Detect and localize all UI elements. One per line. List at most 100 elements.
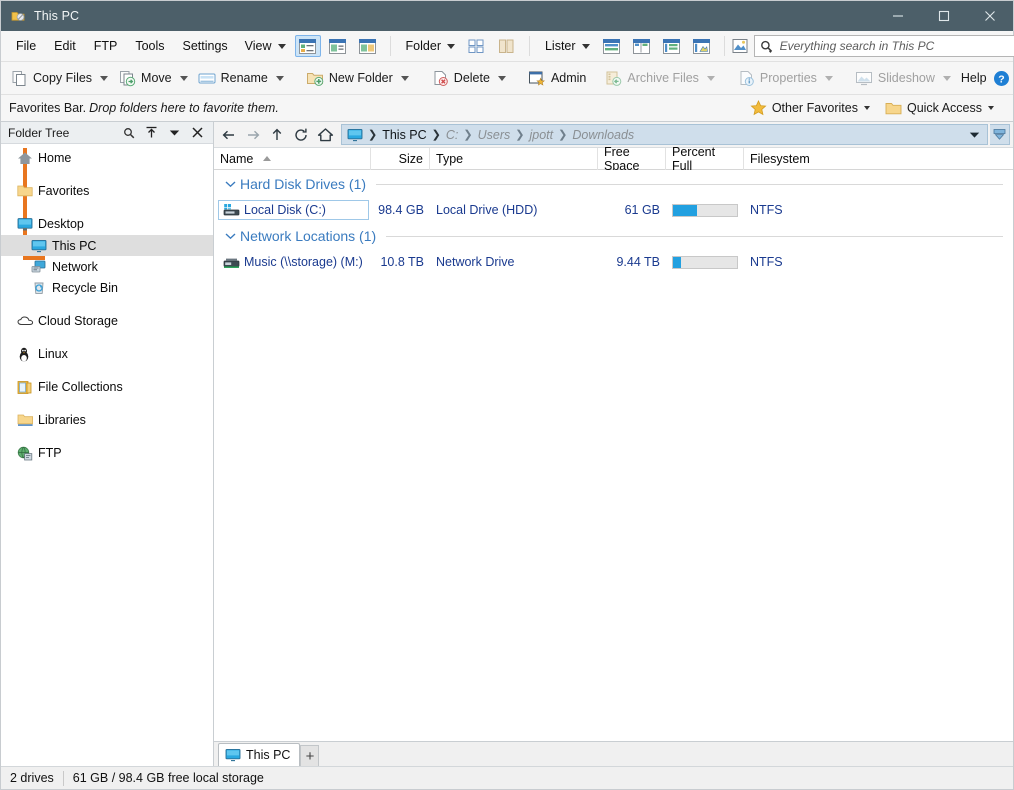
sort-ascending-icon xyxy=(263,156,272,161)
sidebar-item-home-label: Home xyxy=(38,151,72,165)
other-favorites-chevron-down-icon[interactable] xyxy=(863,106,870,110)
minimize-button[interactable] xyxy=(875,1,921,31)
breadcrumb-separator: ❯ xyxy=(515,129,525,141)
view-mode-tiles-button[interactable] xyxy=(355,35,381,57)
new-tab-button[interactable]: + xyxy=(300,745,320,766)
menu-edit[interactable]: Edit xyxy=(45,35,85,57)
rename-button[interactable]: Rename xyxy=(195,66,291,91)
breadcrumb-this-pc[interactable]: This PC xyxy=(378,128,430,142)
sidebar-item-cloud-storage[interactable]: Cloud Storage xyxy=(1,310,213,332)
sidebar-collapse-up-icon[interactable] xyxy=(141,124,162,142)
breadcrumb-chevron-down-icon[interactable] xyxy=(962,131,987,139)
lister-mode-preview-button[interactable] xyxy=(689,35,715,57)
menu-tools[interactable]: Tools xyxy=(126,35,173,57)
sidebar-chevron-down-icon[interactable] xyxy=(164,124,185,142)
view-chevron-down-icon[interactable] xyxy=(277,43,286,49)
sidebar-item-network[interactable]: Network xyxy=(1,256,213,277)
back-button[interactable] xyxy=(217,124,241,146)
status-drives-label: 2 drives xyxy=(10,771,54,785)
lister-mode-horizontal-button[interactable] xyxy=(599,35,625,57)
new-folder-button[interactable]: New Folder xyxy=(303,66,416,91)
breadcrumb-downloads[interactable]: Downloads xyxy=(568,128,638,142)
folder-menu-label[interactable]: Folder xyxy=(398,39,445,53)
view-menu-label[interactable]: View xyxy=(237,39,276,53)
sidebar-item-desktop[interactable]: Desktop xyxy=(1,213,213,235)
menu-settings[interactable]: Settings xyxy=(174,35,237,57)
admin-button[interactable]: Admin xyxy=(525,66,589,91)
other-favorites-button[interactable]: Other Favorites xyxy=(746,100,881,116)
column-name[interactable]: Name xyxy=(214,147,371,170)
column-free-space[interactable]: Free Space xyxy=(598,145,666,173)
menu-file[interactable]: File xyxy=(7,35,45,57)
archive-files-button[interactable]: Archive Files xyxy=(601,66,722,91)
slideshow-chevron-down-icon[interactable] xyxy=(942,75,951,81)
star-icon xyxy=(750,100,767,116)
column-type[interactable]: Type xyxy=(430,147,598,170)
quick-access-button[interactable]: Quick Access xyxy=(881,101,1005,116)
percent-full-bar xyxy=(672,255,738,269)
breadcrumb-c-drive[interactable]: C: xyxy=(442,128,463,142)
copy-files-button[interactable]: Copy Files xyxy=(7,66,115,91)
view-mode-list-button[interactable] xyxy=(325,35,351,57)
lister-mode-tree-list-button[interactable] xyxy=(659,35,685,57)
properties-chevron-down-icon[interactable] xyxy=(824,75,833,81)
sidebar-item-libraries[interactable]: Libraries xyxy=(1,409,213,431)
column-size[interactable]: Size xyxy=(371,147,430,170)
breadcrumb-separator: ❯ xyxy=(368,129,378,141)
sidebar-search-icon[interactable] xyxy=(118,124,139,142)
quick-access-chevron-down-icon[interactable] xyxy=(988,106,994,110)
move-chevron-down-icon[interactable] xyxy=(179,75,188,81)
drop-down-box-icon[interactable] xyxy=(990,124,1010,145)
search-input[interactable] xyxy=(777,38,1014,54)
file-name-cell[interactable]: Music (\\storage) (M:) xyxy=(218,252,369,272)
sidebar-item-file-collections[interactable]: File Collections xyxy=(1,376,213,398)
tab-this-pc[interactable]: This PC xyxy=(218,743,301,766)
sidebar-item-favorites[interactable]: Favorites xyxy=(1,180,213,202)
sidebar-item-ftp[interactable]: FTP xyxy=(1,442,213,464)
sidebar-item-this-pc[interactable]: This PC xyxy=(1,235,213,256)
sidebar-item-recycle-bin[interactable]: Recycle Bin xyxy=(1,277,213,298)
close-button[interactable] xyxy=(967,1,1013,31)
group-hard-disk-drives[interactable]: Hard Disk Drives (1) xyxy=(214,170,1013,198)
menu-edit-label: Edit xyxy=(54,39,76,53)
menu-ftp[interactable]: FTP xyxy=(85,35,127,57)
slideshow-button[interactable]: Slideshow xyxy=(852,66,958,91)
refresh-button[interactable] xyxy=(289,124,313,146)
lister-mode-vertical-split-button[interactable] xyxy=(629,35,655,57)
new-folder-chevron-down-icon[interactable] xyxy=(400,75,409,81)
chevron-down-icon[interactable] xyxy=(222,180,238,188)
chevron-down-icon[interactable] xyxy=(222,232,238,240)
table-row[interactable]: Music (\\storage) (M:) 10.8 TB Network D… xyxy=(214,250,1013,274)
linux-penguin-icon xyxy=(17,347,36,362)
up-button[interactable] xyxy=(265,124,289,146)
maximize-button[interactable] xyxy=(921,1,967,31)
folder-mode-thumbnails-button[interactable] xyxy=(464,35,490,57)
breadcrumb[interactable]: ❯ This PC ❯ C: ❯ Users ❯ jpott ❯ Downloa… xyxy=(341,124,988,145)
sidebar-item-linux[interactable]: Linux xyxy=(1,343,213,365)
search-box[interactable] xyxy=(753,35,1014,57)
rename-chevron-down-icon[interactable] xyxy=(275,75,284,81)
folder-mode-dual-button[interactable] xyxy=(494,35,520,57)
table-row[interactable]: Local Disk (C:) 98.4 GB Local Drive (HDD… xyxy=(214,198,1013,222)
file-name-cell[interactable]: Local Disk (C:) xyxy=(218,200,369,220)
sidebar-item-home[interactable]: Home xyxy=(1,147,213,169)
breadcrumb-users[interactable]: Users xyxy=(474,128,515,142)
archive-files-chevron-down-icon[interactable] xyxy=(706,75,715,81)
sidebar-close-icon[interactable] xyxy=(187,124,208,142)
home-button[interactable] xyxy=(313,124,337,146)
breadcrumb-jpott[interactable]: jpott xyxy=(525,128,557,142)
lister-menu-label[interactable]: Lister xyxy=(537,39,580,53)
move-button[interactable]: Move xyxy=(115,66,195,91)
properties-button[interactable]: Properties xyxy=(734,66,840,91)
copy-files-chevron-down-icon[interactable] xyxy=(100,75,109,81)
view-mode-details-button[interactable] xyxy=(294,35,321,57)
group-network-locations[interactable]: Network Locations (1) xyxy=(214,222,1013,250)
column-filesystem[interactable]: Filesystem xyxy=(744,148,821,170)
help-button[interactable]: Help ? xyxy=(958,66,1014,91)
folder-chevron-down-icon[interactable] xyxy=(446,43,455,49)
lister-chevron-down-icon[interactable] xyxy=(581,43,590,49)
delete-button[interactable]: Delete xyxy=(428,66,513,91)
forward-button[interactable] xyxy=(241,124,265,146)
delete-chevron-down-icon[interactable] xyxy=(497,75,506,81)
column-percent-full[interactable]: Percent Full xyxy=(666,145,744,173)
